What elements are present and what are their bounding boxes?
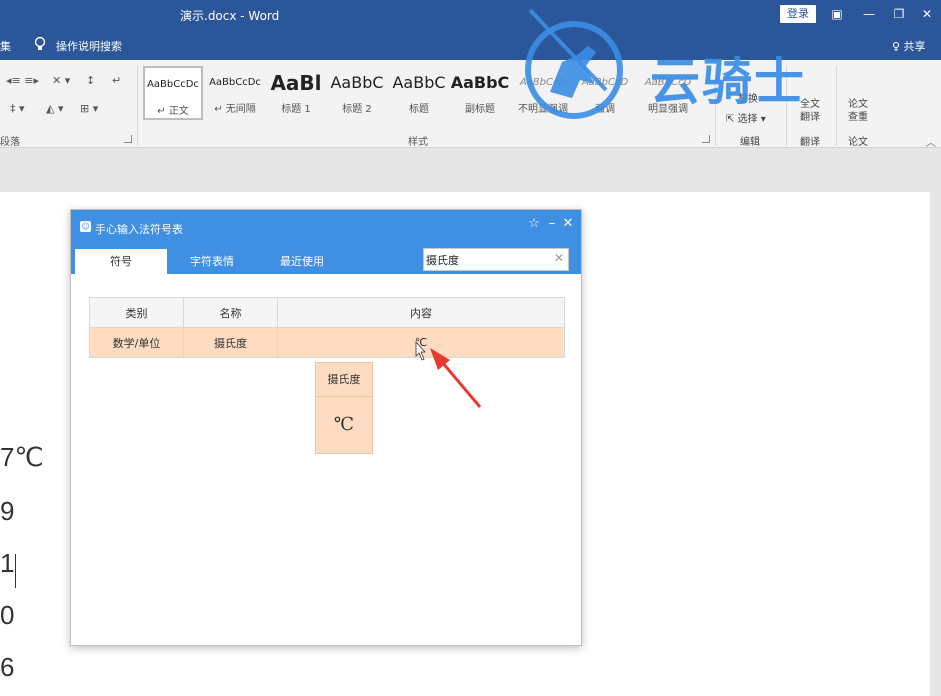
style-no-spacing[interactable]: AaBbCcDc ↵ 无间隔 (205, 66, 265, 120)
editing-group-label: 编辑 (740, 137, 760, 148)
ime-logo-icon: ☺ (80, 221, 91, 232)
group-divider (137, 66, 138, 146)
restore-button[interactable]: ❐ (888, 4, 910, 24)
clear-search-icon[interactable]: ✕ (554, 251, 564, 265)
dialog-minimize-button[interactable]: – (545, 216, 559, 231)
translate-group-label: 翻译 (800, 137, 820, 148)
table-header-row: 类别 名称 内容 (89, 297, 565, 328)
column-header-category: 类别 (89, 297, 184, 328)
close-button[interactable]: ✕ (916, 4, 938, 24)
style-emphasis[interactable]: AaBbCcD 强调 (575, 66, 635, 120)
paragraph-group-label: 段落 (0, 137, 20, 148)
cell-name: 摄氏度 (183, 327, 278, 358)
dialog-title: 手心输入法符号表 (95, 223, 183, 236)
ribbon-tab-partial[interactable]: 集 (0, 38, 11, 54)
minimize-button[interactable]: — (858, 4, 880, 24)
paper-group-label: 论文 (848, 137, 868, 148)
styles-gallery: AaBbCcDc ↵ 正文 AaBbCcDc ↵ 无间隔 AaBl 标题 1 A… (143, 66, 713, 120)
group-divider (836, 66, 837, 146)
ribbon-display-icon[interactable]: ▣ (826, 4, 848, 24)
table-row[interactable]: 数学/单位 摄氏度 ℃ (89, 327, 565, 358)
symbol-preview-tooltip: 摄氏度 ℃ (315, 362, 373, 454)
symbol-search-box: ✕ (423, 248, 569, 271)
tell-me-search[interactable]: 操作说明搜索 (56, 38, 122, 54)
styles-launcher-icon[interactable] (702, 135, 710, 143)
dialog-header: ☺ 手心输入法符号表 ☆ – ✕ 符号 字符表情 最近使用 ✕ (71, 210, 581, 274)
cell-category: 数学/单位 (89, 327, 184, 358)
style-heading-1[interactable]: AaBl 标题 1 (267, 66, 325, 120)
document-line: 9 (0, 496, 15, 526)
style-subtle-emphasis[interactable]: AaBbCcD 不明显强调 (511, 66, 575, 120)
column-header-content: 内容 (277, 297, 565, 328)
paragraph-launcher-icon[interactable] (124, 135, 132, 143)
tab-emoticons[interactable]: 字符表情 (167, 249, 257, 274)
document-line: 6 (0, 652, 15, 682)
style-subtitle[interactable]: AaBbC 副标题 (449, 66, 511, 120)
chinese-layout-icon[interactable]: ✕ ▾ (52, 74, 70, 87)
text-cursor (15, 554, 16, 588)
indent-decrease-icon[interactable]: ◂≡ ≡▸ (6, 74, 39, 87)
line-spacing-icon[interactable]: ‡ ▾ (10, 102, 25, 115)
window-title: 演示.docx - Word (180, 9, 280, 23)
title-bar: 演示.docx - Word 登录 ▣ — ❐ ✕ (0, 0, 941, 30)
collapse-ribbon-icon[interactable]: ︿ (926, 134, 936, 149)
styles-group-label: 样式 (408, 137, 428, 148)
shading-icon[interactable]: ◭ ▾ (46, 102, 63, 115)
show-marks-icon[interactable]: ↵ (112, 74, 121, 87)
share-button[interactable]: ♀ 共享 (892, 38, 926, 54)
tooltip-symbol: ℃ (333, 414, 355, 435)
style-title[interactable]: AaBbC 标题 (389, 66, 449, 120)
paper-check-button[interactable]: 论文 查重 (848, 98, 868, 124)
document-line: 1 (0, 548, 15, 578)
symbol-result-table: 类别 名称 内容 数学/单位 摄氏度 ℃ (89, 297, 565, 358)
style-normal[interactable]: AaBbCcDc ↵ 正文 (143, 66, 203, 120)
pin-icon[interactable]: ☆ (527, 216, 541, 231)
document-line: 0 (0, 600, 15, 630)
tab-recent[interactable]: 最近使用 (257, 249, 347, 274)
sort-icon[interactable]: ↕ (86, 74, 95, 87)
tab-symbols[interactable]: 符号 (75, 249, 167, 274)
dialog-close-button[interactable]: ✕ (561, 216, 575, 231)
document-line: 7℃ (0, 442, 44, 472)
symbol-table-dialog: ☺ 手心输入法符号表 ☆ – ✕ 符号 字符表情 最近使用 ✕ 类别 名称 内容… (70, 209, 582, 646)
column-header-name: 名称 (183, 297, 278, 328)
cell-content[interactable]: ℃ (277, 327, 565, 358)
style-heading-2[interactable]: AaBbC 标题 2 (327, 66, 387, 120)
login-button[interactable]: 登录 (780, 5, 816, 23)
watermark-text: 云骑士 (650, 53, 806, 111)
lightbulb-icon (34, 36, 48, 52)
tooltip-name: 摄氏度 (316, 363, 372, 397)
symbol-search-input[interactable] (426, 251, 546, 268)
border-icon[interactable]: ⊞ ▾ (80, 102, 98, 115)
